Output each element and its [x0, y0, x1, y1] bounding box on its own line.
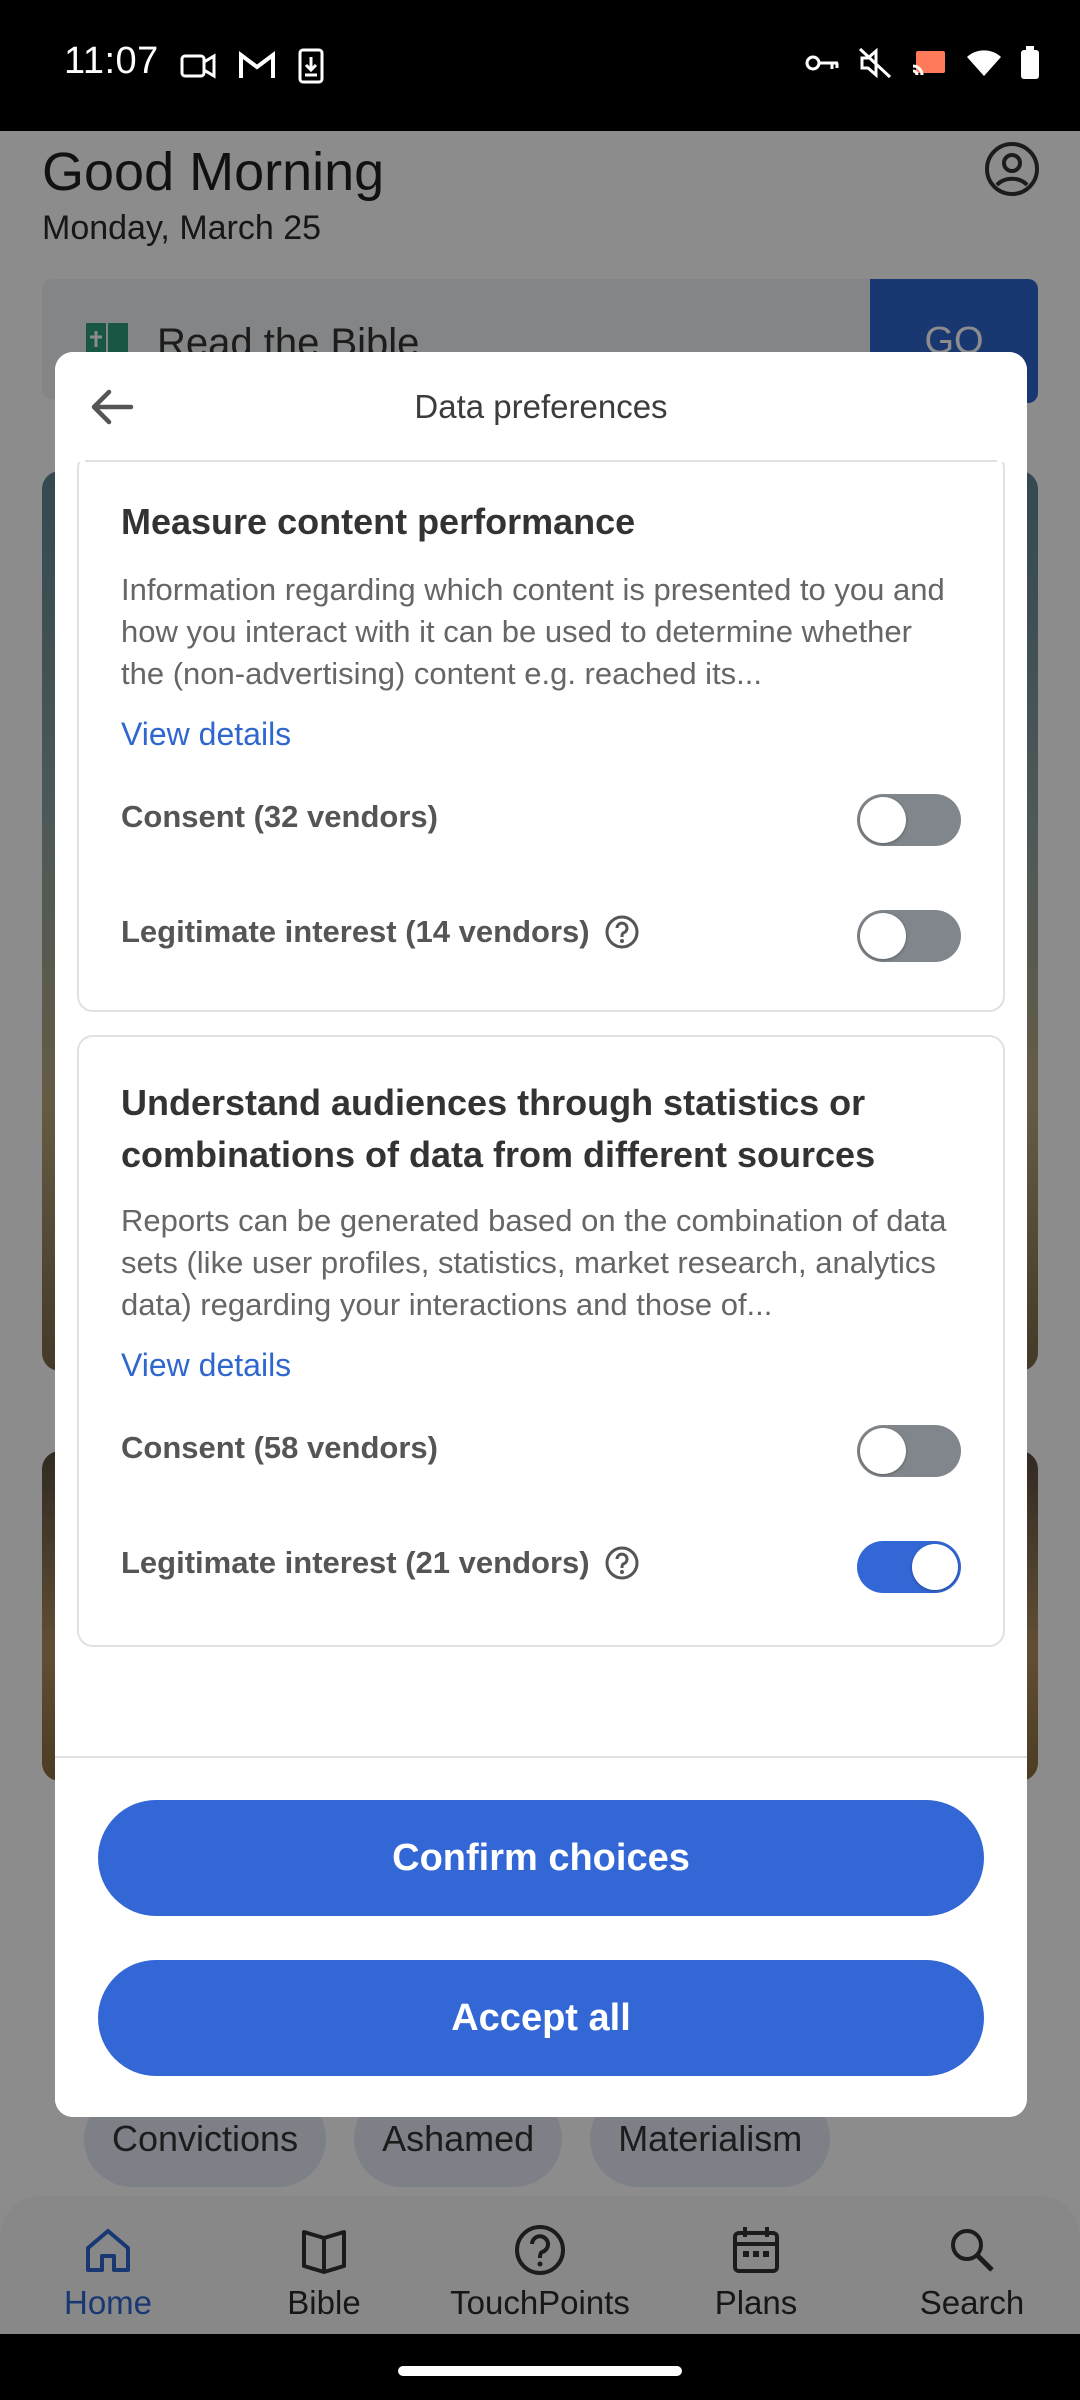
legitimate-interest-text: Legitimate interest (14 vendors) — [121, 914, 590, 949]
toggle-knob — [860, 1428, 906, 1474]
consent-label: Consent (32 vendors) — [121, 799, 438, 835]
status-time: 11:07 — [64, 40, 159, 82]
purpose-card-understand-audiences: Understand audiences through statistics … — [77, 1035, 1005, 1647]
consent-label-text: Consent (58 vendors) — [121, 1430, 438, 1465]
legitimate-interest-label: Legitimate interest (14 vendors) — [121, 914, 640, 950]
help-icon[interactable] — [604, 914, 640, 950]
dialog-title: Data preferences — [414, 388, 668, 425]
view-details-link[interactable]: View details — [121, 1347, 291, 1384]
purpose-title: Understand audiences through statistics … — [121, 1082, 876, 1175]
view-details-link[interactable]: View details — [121, 716, 291, 753]
dialog-header: Data preferences — [55, 352, 1027, 462]
toggle-knob — [860, 797, 906, 843]
download-icon — [298, 48, 324, 84]
confirm-choices-button[interactable]: Confirm choices — [98, 1800, 984, 1916]
data-preferences-dialog: Measure content performance Information … — [55, 352, 1027, 2117]
battery-icon — [1021, 46, 1039, 79]
purpose-description: Reports can be generated based on the co… — [121, 1203, 947, 1322]
help-icon[interactable] — [604, 1545, 640, 1581]
accept-all-button[interactable]: Accept all — [98, 1960, 984, 2076]
gesture-bar — [0, 2334, 1080, 2400]
toggle-knob — [860, 913, 906, 959]
consent-toggle[interactable] — [857, 1425, 961, 1477]
vpn-key-icon — [805, 55, 839, 71]
consent-label-text: Consent (32 vendors) — [121, 799, 438, 834]
purpose-description: Information regarding which content is p… — [121, 572, 945, 691]
home-gesture-pill[interactable] — [398, 2366, 682, 2376]
header-divider — [85, 460, 997, 462]
toggle-knob — [912, 1544, 958, 1590]
legitimate-interest-label: Legitimate interest (21 vendors) — [121, 1545, 640, 1581]
wifi-icon — [967, 50, 1001, 76]
purpose-card-measure-content: Measure content performance Information … — [77, 462, 1005, 1012]
notification-icons — [180, 48, 324, 84]
system-icons — [804, 46, 1040, 80]
legitimate-interest-text: Legitimate interest (21 vendors) — [121, 1545, 590, 1580]
consent-label: Consent (58 vendors) — [121, 1430, 438, 1466]
legitimate-interest-toggle[interactable] — [857, 1541, 961, 1593]
mute-icon — [858, 47, 892, 79]
video-camera-icon — [180, 53, 216, 79]
dialog-footer: Confirm choices Accept all — [55, 1756, 1027, 2117]
gmail-icon — [239, 51, 275, 78]
purpose-title: Measure content performance — [121, 501, 636, 542]
cast-icon — [912, 51, 945, 76]
status-bar: 11:07 — [0, 0, 1080, 131]
consent-toggle[interactable] — [857, 794, 961, 846]
legitimate-interest-toggle[interactable] — [857, 910, 961, 962]
